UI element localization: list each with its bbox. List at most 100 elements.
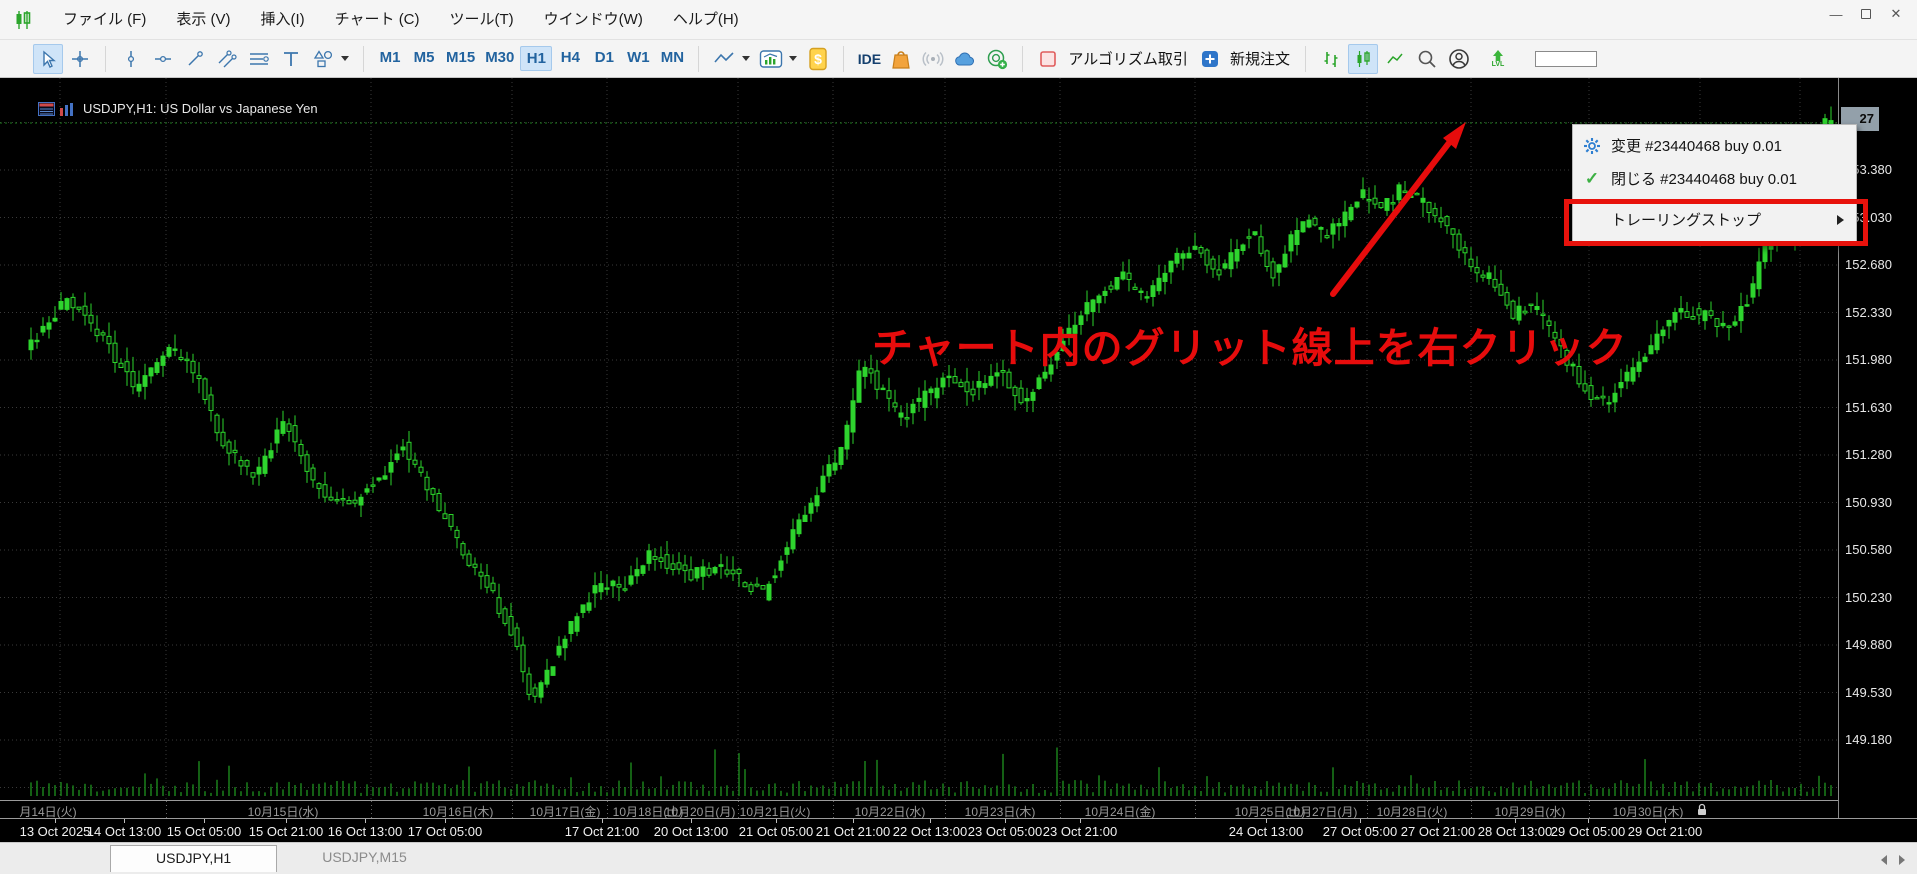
time-axis-tick xyxy=(1005,819,1006,823)
community-button[interactable] xyxy=(982,44,1012,74)
timeframe-mn[interactable]: MN xyxy=(656,46,688,71)
indicators-dropdown-icon[interactable] xyxy=(789,56,798,61)
market-button[interactable] xyxy=(886,44,916,74)
new-order-button[interactable] xyxy=(1195,44,1225,74)
menu-item-1[interactable]: 表示 (V) xyxy=(161,11,245,28)
period-separator xyxy=(833,801,834,818)
time-axis-tick xyxy=(124,819,125,823)
time-axis-tick xyxy=(1360,819,1361,823)
timeframe-m15[interactable]: M15 xyxy=(442,46,479,71)
period-axis-label: 10月15日(水) xyxy=(247,805,319,818)
timeframe-h4[interactable]: H4 xyxy=(554,46,586,71)
period-axis-label: 10月23日(木) xyxy=(964,805,1036,818)
price-label: 150.230 xyxy=(1845,589,1892,605)
minimize-button[interactable]: — xyxy=(1821,2,1851,26)
time-axis-tick xyxy=(1080,819,1081,823)
candlestick-chart[interactable] xyxy=(0,78,1838,800)
chart-lock-icon[interactable] xyxy=(1697,803,1707,816)
time-axis-tick xyxy=(1438,819,1439,823)
chart-area[interactable]: USDJPY,H1: US Dollar vs Japanese Yen チャー… xyxy=(0,78,1917,842)
time-axis-label: 13 Oct 2025 xyxy=(19,824,91,839)
timeframe-buttons: M1 M5 M15 M30 H1 H4 D1 W1 MN xyxy=(373,46,689,71)
trendline-tool-button[interactable] xyxy=(180,44,210,74)
context-menu-item-1[interactable]: ✓ 閉じる #23440468 buy 0.01 xyxy=(1573,162,1856,195)
period-axis-label: 10月20日(月) xyxy=(664,805,736,818)
time-axis-tick xyxy=(602,819,603,823)
period-separator xyxy=(371,801,372,818)
timeframe-h1[interactable]: H1 xyxy=(520,46,553,71)
mini-bars-icon xyxy=(60,102,73,116)
time-axis-tick xyxy=(691,819,692,823)
ide-button[interactable]: IDE xyxy=(854,44,884,74)
shapes-tool-button[interactable] xyxy=(308,44,338,74)
menu-item-0[interactable]: ファイル (F) xyxy=(48,11,161,28)
new-order-label[interactable]: 新規注文 xyxy=(1230,48,1290,69)
level-up-button[interactable]: LVL xyxy=(1483,44,1513,74)
fibonacci-tool-button[interactable] xyxy=(244,44,274,74)
period-separator xyxy=(166,801,167,818)
svg-text:$: $ xyxy=(814,51,822,67)
menu-item-2[interactable]: 挿入(I) xyxy=(246,11,320,28)
algo-trading-button[interactable] xyxy=(1033,44,1063,74)
vertical-line-tool-button[interactable] xyxy=(116,44,146,74)
period-axis-label: 10月22日(水) xyxy=(854,805,926,818)
text-tool-button[interactable] xyxy=(276,44,306,74)
indicators-button[interactable] xyxy=(756,44,786,74)
period-axis-label: 10月24日(金) xyxy=(1084,805,1156,818)
shapes-dropdown-icon[interactable] xyxy=(341,56,349,61)
time-axis-label: 23 Oct 05:00 xyxy=(967,824,1043,839)
menu-item-3[interactable]: チャート (C) xyxy=(320,11,435,28)
window-controls: — ✕ xyxy=(1821,2,1911,26)
signals-button[interactable] xyxy=(918,44,948,74)
annotation-text: チャート内のグリット線上を右クリック xyxy=(872,325,1628,371)
time-axis-label: 15 Oct 05:00 xyxy=(166,824,242,839)
chart-tab-1[interactable]: USDJPY,M15 xyxy=(277,845,452,872)
price-label: 150.580 xyxy=(1845,542,1892,557)
period-axis-label: 10月21日(火) xyxy=(739,805,811,818)
chart-title-text: USDJPY,H1: US Dollar vs Japanese Yen xyxy=(83,101,318,116)
time-axis-label: 20 Oct 13:00 xyxy=(653,824,729,839)
context-menu-item-0[interactable]: 変更 #23440468 buy 0.01 xyxy=(1573,129,1856,162)
candlestick-mode-button[interactable] xyxy=(1347,43,1378,74)
line-chart-type-button[interactable] xyxy=(709,44,739,74)
period-axis-label: 10月27日(月) xyxy=(1286,805,1358,818)
timeframe-m30[interactable]: M30 xyxy=(481,46,518,71)
tab-nav-left-icon[interactable] xyxy=(1881,855,1887,865)
price-label: 149.530 xyxy=(1845,684,1892,700)
crosshair-tool-button[interactable] xyxy=(65,44,95,74)
line-chart-mode-button[interactable] xyxy=(1380,44,1410,74)
menu-item-4[interactable]: ツール(T) xyxy=(435,11,529,28)
account-button[interactable] xyxy=(1444,44,1474,74)
price-label: 151.630 xyxy=(1845,399,1892,415)
time-axis-tick xyxy=(1266,819,1267,823)
period-separator xyxy=(607,801,608,818)
timeframe-w1[interactable]: W1 xyxy=(622,46,654,71)
time-axis-tick xyxy=(853,819,854,823)
timeframe-d1[interactable]: D1 xyxy=(588,46,620,71)
dollar-button[interactable]: $ xyxy=(803,44,833,74)
app-logo-icon xyxy=(16,10,31,29)
channel-tool-button[interactable] xyxy=(212,44,242,74)
menu-item-5[interactable]: ウインドウ(W) xyxy=(529,11,658,28)
chart-tab-0[interactable]: USDJPY,H1 xyxy=(110,845,278,872)
timeframe-m5[interactable]: M5 xyxy=(408,46,440,71)
toolbar: M1M5M15M30H1H4D1W1MN $ IDE アルゴリズ xyxy=(0,40,1917,78)
time-axis-tick xyxy=(55,819,56,823)
bar-chart-mode-button[interactable] xyxy=(1316,44,1346,74)
close-button[interactable]: ✕ xyxy=(1881,2,1911,26)
price-label: 151.980 xyxy=(1845,352,1892,367)
horizontal-line-tool-button[interactable] xyxy=(148,44,178,74)
gear-icon xyxy=(1573,137,1611,155)
algo-trading-label[interactable]: アルゴリズム取引 xyxy=(1068,48,1188,69)
restore-button[interactable] xyxy=(1851,2,1881,26)
cloud-button[interactable] xyxy=(950,44,980,74)
cursor-tool-button[interactable] xyxy=(33,43,63,74)
price-label: 150.930 xyxy=(1845,494,1892,510)
connection-status-bar xyxy=(1534,50,1597,67)
tab-nav-right-icon[interactable] xyxy=(1899,855,1905,865)
timeframe-m1[interactable]: M1 xyxy=(374,46,406,71)
ide-label: IDE xyxy=(857,50,882,67)
chart-type-dropdown-icon[interactable] xyxy=(742,56,751,61)
search-button[interactable] xyxy=(1412,44,1442,74)
menu-item-6[interactable]: ヘルプ(H) xyxy=(658,11,754,28)
